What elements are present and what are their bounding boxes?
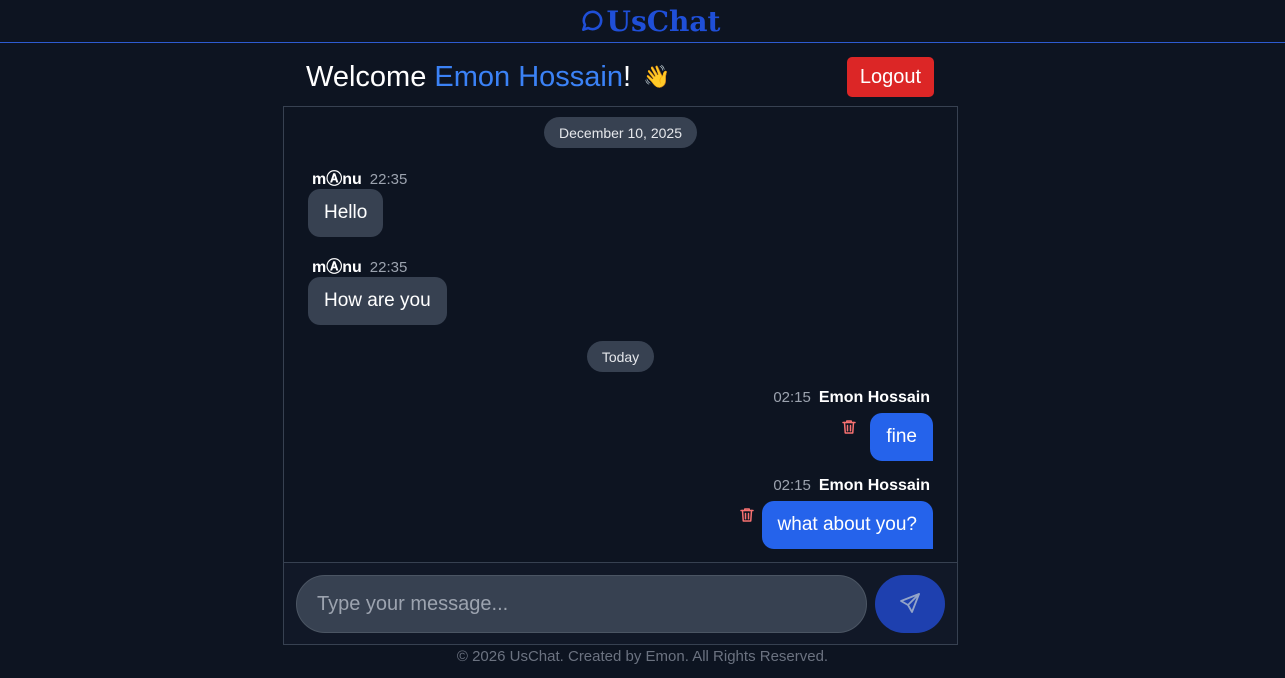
message-meta: mⒶnu 22:35	[312, 253, 407, 277]
message-sender: mⒶnu	[312, 259, 362, 276]
message-bubble: what about you?	[761, 501, 933, 549]
message-time: 22:35	[369, 259, 408, 276]
brand-logo[interactable]: UsChat	[579, 4, 721, 38]
message-bubble: How are you	[308, 277, 447, 325]
message-meta: 02:15 Emon Hossain	[773, 389, 930, 407]
message-bubble: fine	[870, 413, 933, 461]
message-meta: mⒶnu 22:35	[312, 165, 407, 189]
send-icon	[898, 591, 922, 618]
message-time: 22:35	[369, 171, 408, 188]
welcome-prefix: Welcome	[306, 60, 435, 93]
message-sender: mⒶnu	[312, 171, 362, 188]
message-list[interactable]: December 10, 2025 mⒶnu 22:35 Hello mⒶnu …	[284, 107, 957, 562]
footer-copyright: © 2026 UsChat. Created by Emon. All Righ…	[456, 648, 829, 665]
message-time: 02:15	[773, 477, 811, 494]
message-sender: Emon Hossain	[818, 389, 930, 406]
message-input[interactable]	[296, 575, 867, 633]
send-button[interactable]	[875, 575, 945, 633]
message-composer	[284, 562, 957, 644]
date-separator: December 10, 2025	[544, 117, 697, 148]
welcome-suffix: !	[622, 60, 632, 93]
welcome-heading: Welcome Emon Hossain ! 👋	[306, 61, 670, 94]
logout-button[interactable]: Logout	[847, 57, 934, 97]
message-bubble: Hello	[308, 189, 384, 237]
wave-emoji-icon: 👋	[643, 64, 671, 89]
delete-message-icon[interactable]	[738, 506, 756, 524]
top-bar: UsChat	[0, 0, 1285, 43]
welcome-row: Welcome Emon Hossain ! 👋 Logout	[306, 56, 934, 98]
message-sender: Emon Hossain	[818, 477, 930, 494]
chat-window: December 10, 2025 mⒶnu 22:35 Hello mⒶnu …	[283, 106, 958, 645]
brand-name: UsChat	[606, 4, 721, 38]
chat-bubble-icon	[579, 8, 605, 34]
welcome-user-name: Emon Hossain	[434, 60, 623, 93]
delete-message-icon[interactable]	[840, 418, 858, 436]
message-time: 02:15	[773, 389, 811, 406]
message-meta: 02:15 Emon Hossain	[773, 477, 930, 495]
date-separator: Today	[587, 341, 654, 372]
